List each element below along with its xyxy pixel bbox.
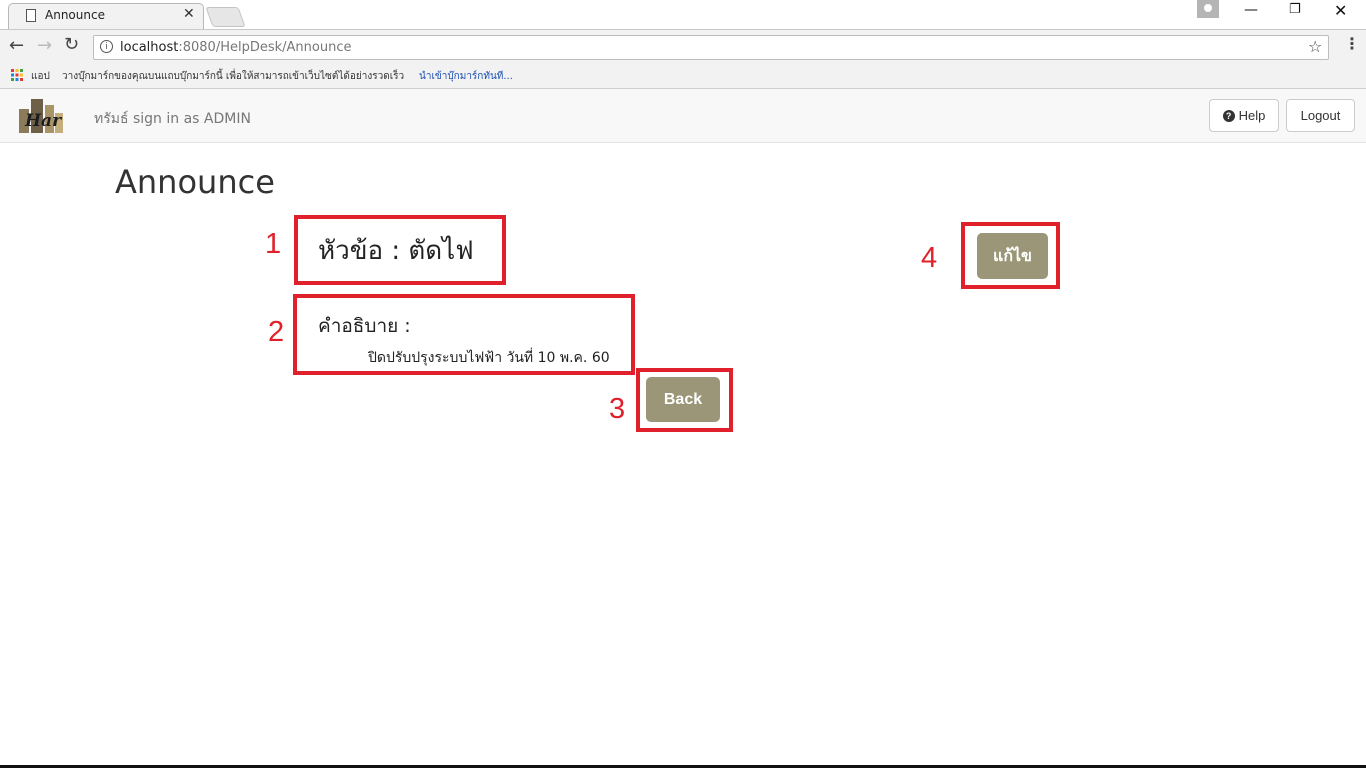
logout-label: Logout xyxy=(1300,108,1341,123)
apps-grid-icon[interactable] xyxy=(11,69,23,81)
back-label: Back xyxy=(663,390,703,408)
back-arrow-icon[interactable]: ← xyxy=(9,35,24,56)
browser-toolbar: ← → ↻ i localhost:8080/HelpDesk/Announce… xyxy=(0,29,1366,65)
description-label: คำอธิบาย : xyxy=(318,315,411,337)
annotation-marker-2: 2 xyxy=(268,316,285,348)
help-button[interactable]: ? Help xyxy=(1209,99,1279,132)
info-icon[interactable]: i xyxy=(100,40,113,53)
bookmarks-hint: วางบุ๊กมาร์กของคุณบนแถบบุ๊กมาร์กนี้ เพื่… xyxy=(62,71,405,82)
tab-title: Announce xyxy=(45,8,105,22)
edit-label: แก้ไข xyxy=(993,247,1032,265)
browser-tab[interactable]: Announce ✕ xyxy=(8,3,204,29)
app-navbar: Har ทรัมธ์ sign in as ADMIN ? Help Logou… xyxy=(0,89,1366,143)
url-host: localhost xyxy=(120,40,179,55)
page-title: Announce xyxy=(115,163,275,201)
question-circle-icon: ? xyxy=(1222,109,1235,122)
url-text: localhost:8080/HelpDesk/Announce xyxy=(120,40,351,55)
reload-icon[interactable]: ↻ xyxy=(64,34,79,55)
document-icon xyxy=(26,9,36,22)
import-bookmarks-link[interactable]: นำเข้าบุ๊กมาร์กทันที... xyxy=(419,69,513,84)
helpdesk-logo[interactable]: Har xyxy=(15,95,65,135)
bookmarks-bar: แอป วางบุ๊กมาร์กของคุณบนแถบบุ๊กมาร์กนี้ … xyxy=(0,65,1366,89)
restore-icon[interactable]: ❐ xyxy=(1289,2,1301,17)
logout-button[interactable]: Logout xyxy=(1286,99,1355,132)
address-bar[interactable]: i localhost:8080/HelpDesk/Announce ☆ xyxy=(93,35,1329,60)
annotation-marker-1: 1 xyxy=(265,228,282,260)
annotation-marker-4: 4 xyxy=(921,242,938,274)
close-window-icon[interactable]: ✕ xyxy=(1334,1,1347,20)
new-tab-button[interactable] xyxy=(205,7,246,27)
signed-in-user-text: ทรัมธ์ sign in as ADMIN xyxy=(94,111,251,127)
description-text: ปิดปรับปรุงระบบไฟฟ้า วันที่ 10 พ.ค. 60 xyxy=(368,350,610,366)
apps-label[interactable]: แอป xyxy=(31,69,50,84)
announce-topic: หัวข้อ : ตัดไฟ xyxy=(318,236,474,266)
profile-icon[interactable] xyxy=(1197,0,1219,18)
bookmark-star-icon[interactable]: ☆ xyxy=(1308,37,1322,56)
annotation-marker-3: 3 xyxy=(609,393,626,425)
browser-menu-icon[interactable]: ⋮ xyxy=(1344,34,1360,53)
close-tab-icon[interactable]: ✕ xyxy=(183,6,195,22)
edit-button[interactable]: แก้ไข xyxy=(977,233,1048,279)
browser-tab-strip: Announce ✕ — ❐ ✕ xyxy=(0,0,1366,29)
forward-arrow-icon[interactable]: → xyxy=(37,35,52,56)
back-button[interactable]: Back xyxy=(646,377,720,422)
url-path: :8080/HelpDesk/Announce xyxy=(178,40,352,55)
logo-text: Har xyxy=(25,111,62,131)
minimize-icon[interactable]: — xyxy=(1244,2,1258,18)
help-label: Help xyxy=(1238,108,1266,123)
